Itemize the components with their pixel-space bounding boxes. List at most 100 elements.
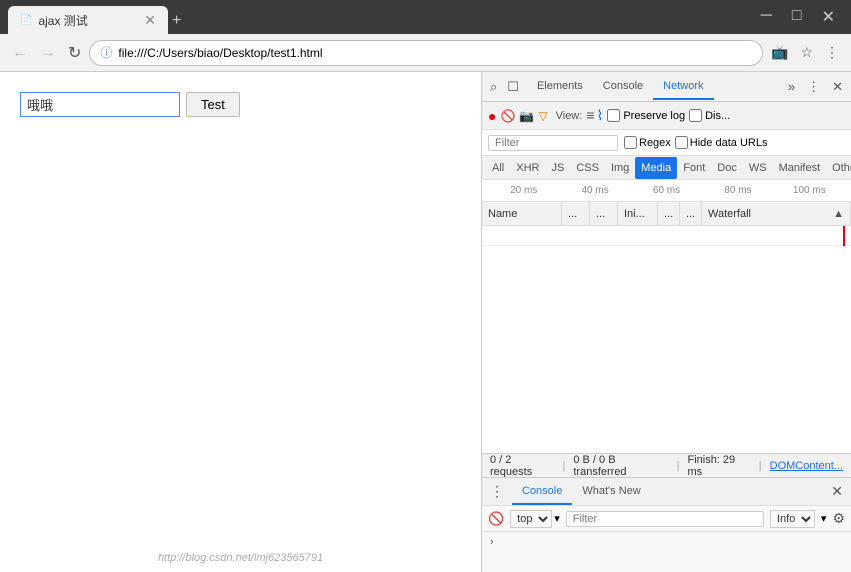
disable-cache-label: Dis... — [705, 110, 730, 122]
th-dots2[interactable]: ... — [590, 202, 618, 225]
view-icons: ≡ ⌇ — [586, 107, 603, 124]
nav-right: 📺 ☆ ⋮ — [767, 42, 843, 63]
hide-data-urls-label: Hide data URLs — [690, 137, 768, 149]
type-ws[interactable]: WS — [743, 157, 773, 179]
type-js[interactable]: JS — [545, 157, 570, 179]
bookmark-button[interactable]: ☆ — [796, 42, 817, 63]
network-table: Name ... ... Ini... ... ... Waterfall ▲ — [482, 202, 851, 453]
inspect-icon[interactable]: ⌕ — [486, 77, 501, 97]
preserve-log-checkbox-label[interactable]: Preserve log — [607, 109, 685, 122]
chevron-right-icon: › — [490, 536, 494, 548]
devtools-tab-icons: ⌕ ☐ — [486, 77, 523, 97]
waterfall-label: Waterfall — [708, 208, 751, 220]
devtools-settings-button[interactable]: ⋮ — [803, 77, 824, 97]
lock-icon: ⓘ — [100, 44, 112, 61]
disable-cache-checkbox-label[interactable]: Dis... — [689, 109, 730, 122]
new-tab-button[interactable]: + — [168, 8, 185, 34]
th-dots3[interactable]: ... — [658, 202, 680, 225]
log-level-chevron: ▾ — [821, 512, 827, 525]
drawer-toolbar: 🚫 top ▾ Info ▾ ⚙ — [482, 506, 851, 532]
reload-button[interactable]: ↻ — [64, 41, 85, 65]
type-font[interactable]: Font — [677, 157, 711, 179]
devtools-tabs: ⌕ ☐ Elements Console Network » ⋮ ✕ — [482, 72, 851, 102]
browser-tab[interactable]: 📄 ajax 测试 ✕ — [8, 6, 168, 34]
address-bar[interactable]: ⓘ file:///C:/Users/biao/Desktop/test1.ht… — [89, 40, 763, 66]
close-button[interactable]: ✕ — [814, 5, 843, 29]
drawer-tab-whatsnew[interactable]: What's New — [572, 479, 650, 505]
transferred-info: 0 B / 0 B transferred — [573, 454, 668, 478]
cast-button[interactable]: 📺 — [767, 42, 792, 63]
top-select-chevron: ▾ — [554, 512, 560, 525]
tab-elements[interactable]: Elements — [527, 74, 593, 100]
more-tabs-button[interactable]: » — [784, 77, 799, 97]
maximize-button[interactable]: □ — [784, 5, 810, 29]
drawer-menu-button[interactable]: ⋮ — [490, 483, 504, 500]
mobile-icon[interactable]: ☐ — [503, 77, 523, 97]
tick-80ms: 80 ms — [702, 185, 773, 196]
hide-data-urls-option[interactable]: Hide data URLs — [675, 136, 768, 149]
type-media[interactable]: Media — [635, 157, 677, 179]
top-select-wrapper: top ▾ — [510, 510, 560, 528]
log-level-select[interactable]: Info — [770, 510, 815, 528]
preserve-log-label: Preserve log — [623, 110, 685, 122]
back-button[interactable]: ← — [8, 42, 32, 64]
devtools-close-button[interactable]: ✕ — [828, 77, 847, 97]
disable-cache-checkbox[interactable] — [689, 109, 702, 122]
page-content: 哦哦 Test http://blog.csdn.net/lmj62356579… — [0, 72, 481, 572]
console-settings-button[interactable]: ⚙ — [832, 510, 845, 527]
type-css[interactable]: CSS — [570, 157, 605, 179]
tab-network[interactable]: Network — [653, 74, 713, 100]
type-img[interactable]: Img — [605, 157, 635, 179]
preserve-log-checkbox[interactable] — [607, 109, 620, 122]
console-drawer: ⋮ Console What's New ✕ 🚫 top ▾ In — [482, 477, 851, 572]
title-bar: 📄 ajax 测试 ✕ + ─ □ ✕ — [0, 0, 851, 34]
drawer-close-button[interactable]: ✕ — [831, 483, 843, 500]
th-initiator[interactable]: Ini... — [618, 202, 658, 225]
watermark-text: http://blog.csdn.net/lmj623565791 — [0, 552, 481, 564]
tick-100ms: 100 ms — [774, 185, 845, 196]
type-manifest[interactable]: Manifest — [773, 157, 827, 179]
fetch-xhr-button[interactable]: 📷 — [519, 109, 534, 123]
regex-checkbox[interactable] — [624, 136, 637, 149]
record-button[interactable]: ● — [488, 108, 496, 124]
th-dots1[interactable]: ... — [562, 202, 590, 225]
title-bar-controls: ─ □ ✕ — [753, 5, 843, 29]
filter-button[interactable]: ▽ — [538, 109, 547, 123]
minimize-button[interactable]: ─ — [753, 5, 780, 29]
tick-60ms: 60 ms — [631, 185, 702, 196]
type-filter-bar: All XHR JS CSS Img Media Font Doc WS Man… — [482, 156, 851, 180]
type-xhr[interactable]: XHR — [510, 157, 545, 179]
th-dots4[interactable]: ... — [680, 202, 702, 225]
hide-data-urls-checkbox[interactable] — [675, 136, 688, 149]
devtools-panel: ⌕ ☐ Elements Console Network » ⋮ ✕ ● 🚫 📷… — [481, 72, 851, 572]
type-all[interactable]: All — [486, 157, 510, 179]
type-doc[interactable]: Doc — [711, 157, 743, 179]
browser-window: 📄 ajax 测试 ✕ + ─ □ ✕ ← → ↻ ⓘ file:///C:/U… — [0, 0, 851, 572]
regex-option[interactable]: Regex — [624, 136, 671, 149]
type-other[interactable]: Other — [826, 157, 851, 179]
menu-button[interactable]: ⋮ — [821, 42, 843, 63]
view-label: View: — [556, 110, 583, 122]
forward-button[interactable]: → — [36, 42, 60, 64]
list-view-icon[interactable]: ≡ — [586, 107, 594, 124]
regex-label: Regex — [639, 137, 671, 149]
page-text-input[interactable]: 哦哦 — [20, 92, 180, 117]
test-button[interactable]: Test — [186, 92, 240, 117]
finish-time: Finish: 29 ms — [687, 454, 750, 478]
waterfall-view-icon[interactable]: ⌇ — [596, 107, 603, 124]
sort-arrow-icon: ▲ — [833, 208, 844, 220]
filter-bar: Regex Hide data URLs — [482, 130, 851, 156]
top-select[interactable]: top — [510, 510, 552, 528]
clear-button[interactable]: 🚫 — [500, 109, 515, 123]
drawer-tab-console[interactable]: Console — [512, 479, 572, 505]
status-bar: 0 / 2 requests | 0 B / 0 B transferred |… — [482, 453, 851, 477]
th-waterfall[interactable]: Waterfall ▲ — [702, 202, 851, 225]
th-name[interactable]: Name — [482, 202, 562, 225]
filter-input[interactable] — [488, 135, 618, 151]
address-input[interactable]: file:///C:/Users/biao/Desktop/test1.html — [118, 46, 752, 60]
domcontent-link[interactable]: DOMContent... — [770, 460, 843, 472]
tab-console[interactable]: Console — [593, 74, 653, 100]
console-filter-input[interactable] — [566, 511, 764, 527]
tab-close-button[interactable]: ✕ — [144, 13, 156, 27]
clear-console-button[interactable]: 🚫 — [488, 511, 504, 527]
